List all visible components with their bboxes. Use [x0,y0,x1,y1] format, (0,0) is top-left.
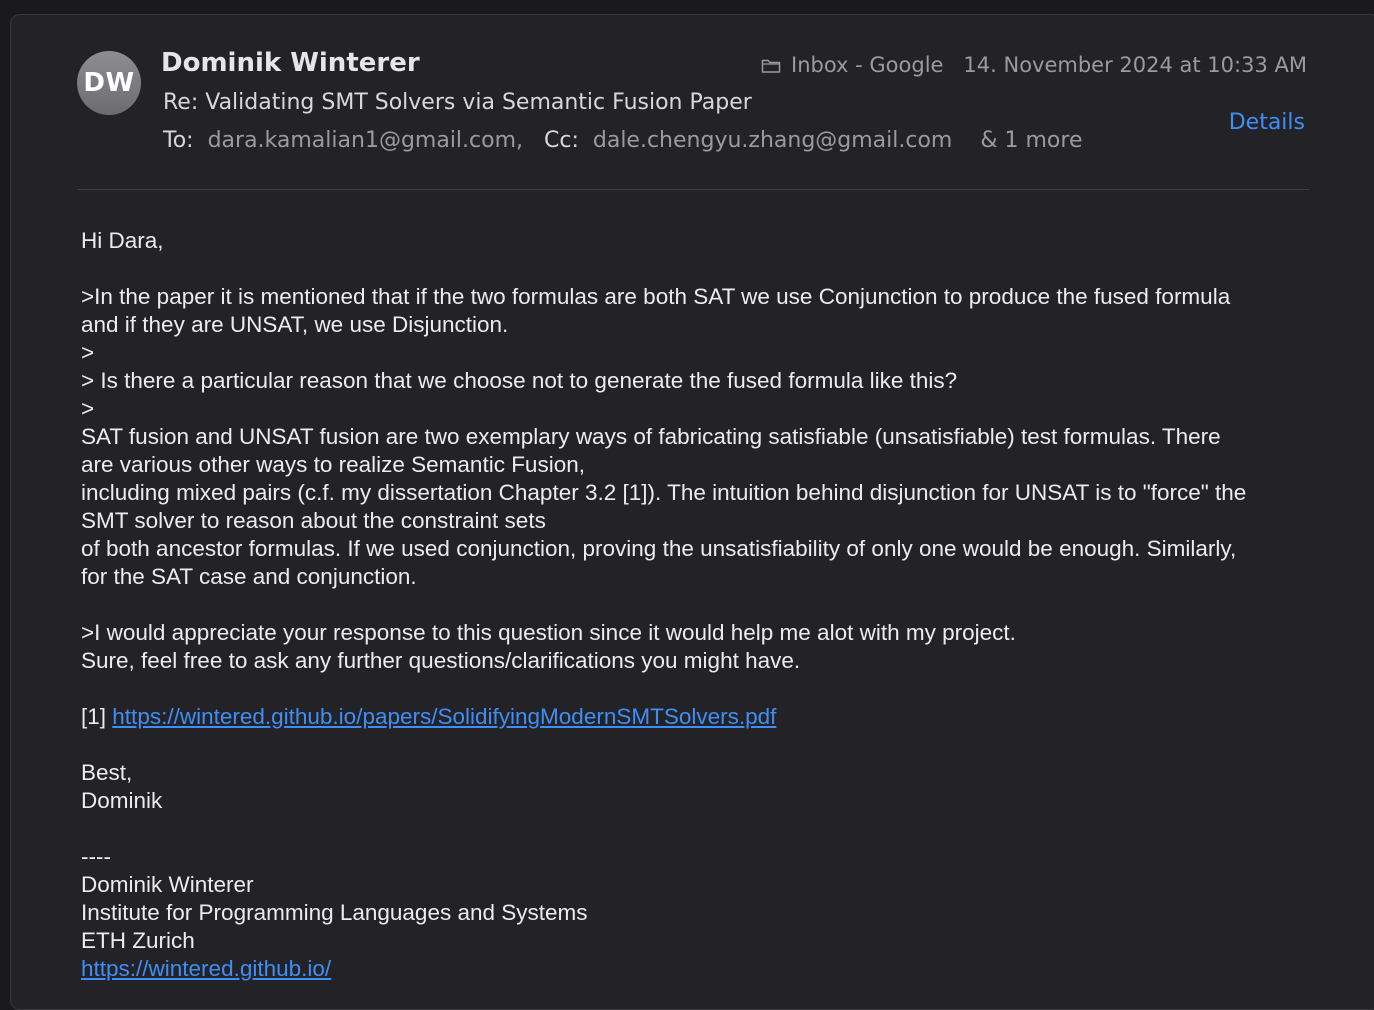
sign-off-name: Dominik [81,788,163,813]
email-message-window: DW Dominik Winterer Re: Validating SMT S… [10,14,1374,1010]
signature-name: Dominik Winterer [81,872,254,897]
received-date: 14. November 2024 at 10:33 AM [963,53,1307,77]
closing: Best, [81,760,133,785]
quote-marker: > [81,396,95,421]
quoted-text: > Is there a particular reason that we c… [81,368,958,393]
email-subject: Re: Validating SMT Solvers via Semantic … [163,90,752,115]
quoted-text: and if they are UNSAT, we use Disjunctio… [81,312,509,337]
avatar[interactable]: DW [77,51,141,115]
cc-address[interactable]: dale.chengyu.zhang@gmail.com [593,128,953,153]
reply-text: including mixed pairs (c.f. my dissertat… [81,480,1247,505]
avatar-initials: DW [83,68,135,98]
reply-text: SAT fusion and UNSAT fusion are two exem… [81,424,1221,449]
signature-institute: Institute for Programming Languages and … [81,900,588,925]
reference-line: [1] https://wintered.github.io/papers/So… [81,703,1341,731]
reply-text: for the SAT case and conjunction. [81,564,417,589]
signature-university: ETH Zurich [81,928,195,953]
signature-link-line: https://wintered.github.io/ [81,955,1341,983]
header-divider [77,189,1309,190]
to-label: To: [163,128,194,153]
reply-text: are various other ways to realize Semant… [81,452,585,477]
dissertation-link[interactable]: https://wintered.github.io/papers/Solidi… [112,704,776,729]
quote-marker: > [81,340,95,365]
quoted-text: >I would appreciate your response to thi… [81,620,1016,645]
sender-name[interactable]: Dominik Winterer [161,48,420,78]
reply-text: SMT solver to reason about the constrain… [81,508,546,533]
signature-separator: ---- [81,844,111,869]
cc-label: Cc: [544,128,579,153]
homepage-link[interactable]: https://wintered.github.io/ [81,956,331,981]
folder-icon [761,58,781,73]
reference-prefix: [1] [81,704,107,729]
quoted-text: >In the paper it is mentioned that if th… [81,284,1231,309]
more-recipients[interactable]: & 1 more [980,128,1082,153]
reply-text: Sure, feel free to ask any further quest… [81,648,801,673]
mailbox-indicator: Inbox - Google [761,53,943,77]
recipients-line: To: dara.kamalian1@gmail.com, Cc: dale.c… [163,128,1083,153]
to-address[interactable]: dara.kamalian1@gmail.com, [208,128,523,153]
greeting: Hi Dara, [81,228,164,253]
reply-text: of both ancestor formulas. If we used co… [81,536,1237,561]
details-link[interactable]: Details [1229,110,1305,135]
email-body: Hi Dara, >In the paper it is mentioned t… [81,227,1341,983]
mailbox-name: Inbox - Google [791,53,944,77]
